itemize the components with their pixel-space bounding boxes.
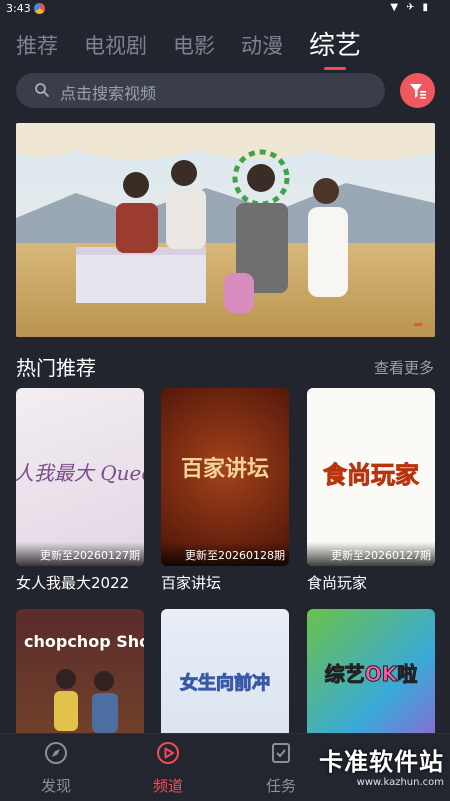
filter-icon (410, 84, 426, 99)
search-icon (35, 83, 49, 97)
thumb-text: 食尚玩家 (323, 461, 419, 489)
thumb-text: 女生向前冲 (180, 672, 270, 694)
watermark-url: www.kazhun.com (356, 777, 444, 788)
nav-discover[interactable]: 发现 (26, 740, 86, 796)
show-card[interactable]: 女人我最大 Queen 更新至20260127期 女人我最大2022 (16, 388, 144, 593)
watermark-title: 卡准软件站 (319, 748, 444, 776)
see-more-link[interactable]: 查看更多 (374, 357, 434, 378)
battery-icon: ▮ (422, 2, 428, 13)
thumb-text: 百家讲坛 (181, 456, 269, 482)
airplane-icon: ✈ (406, 2, 415, 13)
nav-tasks[interactable]: 任务 (251, 740, 311, 796)
show-card[interactable]: 百家讲坛 更新至20260128期 百家讲坛 (161, 388, 289, 593)
nav-label: 发现 (40, 777, 71, 795)
banner-image (16, 123, 435, 337)
show-title: 百家讲坛 (161, 574, 222, 592)
filter-button[interactable] (400, 73, 435, 108)
featured-banner[interactable] (16, 123, 435, 337)
wifi-icon: ▼ (390, 2, 399, 13)
update-label: 更新至20260128期 (161, 542, 289, 566)
thumb-text: 女人我最大 Queen (16, 461, 144, 485)
thumbnail-art: 女人我最大 Queen (16, 461, 144, 485)
show-thumbnail: 女人我最大 Queen 更新至20260127期 (16, 388, 144, 566)
nav-label: 频道 (152, 777, 183, 795)
show-title: 食尚玩家 (307, 574, 368, 592)
search-placeholder: 点击搜索视频 (60, 84, 157, 103)
tab-recommend[interactable]: 推荐 (16, 32, 58, 60)
show-thumbnail: 百家讲坛 更新至20260128期 (161, 388, 289, 566)
thumbnail-art: 百家讲坛 (181, 456, 269, 482)
task-icon (272, 743, 290, 763)
show-card[interactable]: 食尚玩家 更新至20260127期 食尚玩家 (307, 388, 435, 593)
watermark: 卡准软件站 www.kazhun.com (319, 742, 444, 788)
status-time: 3:43 (6, 2, 31, 15)
thumb-text: 综艺OK啦 (325, 662, 418, 686)
play-icon (157, 742, 179, 764)
nav-channel[interactable]: 频道 (138, 740, 198, 796)
search-bar[interactable]: 点击搜索视频 (16, 73, 385, 108)
section-title: 热门推荐 (16, 356, 96, 380)
app-notification-icon (34, 3, 45, 14)
show-thumbnail: 食尚玩家 更新至20260127期 (307, 388, 435, 566)
tab-tv-series[interactable]: 电视剧 (84, 32, 147, 60)
system-icons: ▼ ✈ ▮ (390, 2, 428, 13)
update-label: 更新至20260127期 (307, 542, 435, 566)
status-bar: 3:43 ▼ ✈ ▮ (0, 0, 450, 18)
tab-movies[interactable]: 电影 (173, 32, 215, 60)
thumb-text: chopchop Show (24, 632, 144, 651)
tab-variety[interactable]: 综艺 (309, 32, 361, 60)
tab-anime[interactable]: 动漫 (241, 32, 283, 60)
category-tabs: 推荐 电视剧 电影 动漫 综艺 (16, 20, 361, 60)
compass-icon (45, 742, 67, 764)
show-title: 女人我最大2022 (16, 574, 130, 592)
thumbnail-art: 食尚玩家 (323, 461, 420, 490)
nav-label: 任务 (265, 777, 296, 795)
update-label: 更新至20260127期 (16, 542, 144, 566)
